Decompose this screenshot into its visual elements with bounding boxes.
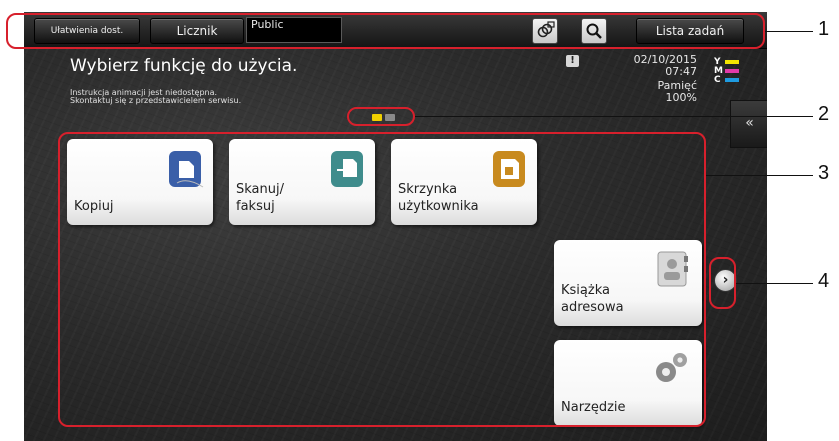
callout-line-4	[736, 283, 813, 284]
warning-icon[interactable]: !	[566, 55, 579, 67]
callout-number-4: 4	[818, 270, 830, 292]
toner-bar	[725, 59, 739, 64]
callout-number-1: 1	[818, 18, 830, 40]
service-notice: Skontaktuj się z przedstawicielem serwis…	[70, 96, 242, 105]
toner-cyan: C	[714, 75, 739, 85]
page-title: Wybierz funkcję do użycia.	[70, 56, 298, 76]
callout-box-4	[709, 257, 736, 309]
toner-magenta: M	[714, 66, 739, 76]
side-panel-toggle[interactable]: «	[730, 100, 767, 148]
toner-letter: C	[714, 75, 721, 85]
status-time: 07:47	[665, 65, 697, 78]
callout-number-3: 3	[818, 162, 830, 184]
toner-yellow: Y	[714, 57, 739, 67]
callout-box-3	[58, 132, 706, 427]
callout-line-1	[765, 31, 813, 32]
callout-box-2	[347, 107, 415, 126]
callout-number-2: 2	[818, 103, 830, 125]
toner-bar	[725, 68, 739, 73]
toner-bar	[725, 77, 739, 82]
memory-value: 100%	[665, 91, 697, 104]
callout-line-2	[415, 116, 813, 117]
callout-line-3	[706, 175, 813, 176]
callout-box-1	[6, 13, 765, 49]
